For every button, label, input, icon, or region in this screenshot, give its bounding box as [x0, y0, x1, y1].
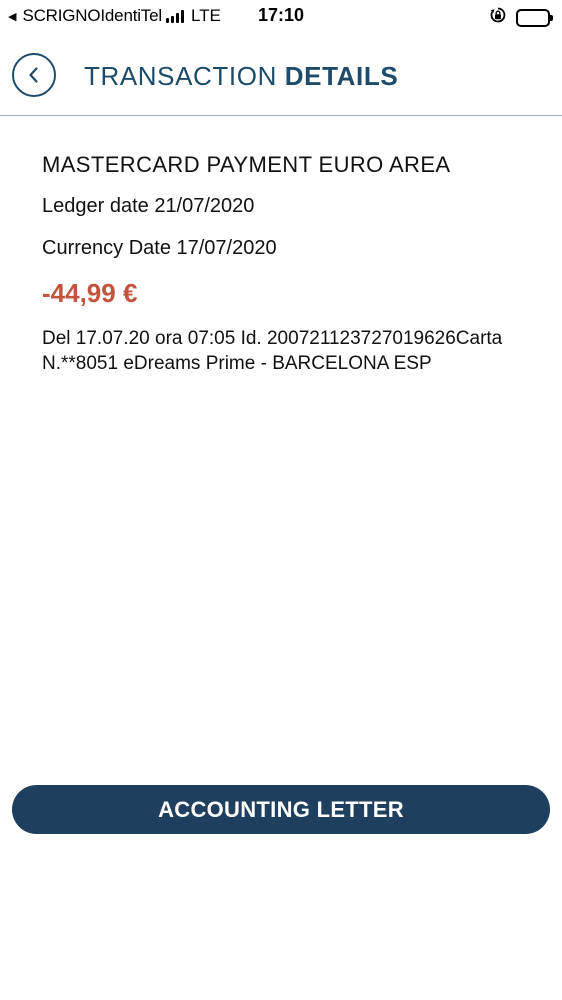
battery-icon [516, 8, 553, 27]
chevron-left-icon [29, 67, 38, 83]
status-right [489, 6, 553, 29]
back-button[interactable] [12, 53, 56, 97]
back-to-app-icon[interactable]: ◀ [8, 10, 16, 23]
transaction-details-screen: ◀ SCRIGNOIdentiTel LTE 17:10 TRANSACTION… [0, 0, 562, 1000]
status-left: ◀ SCRIGNOIdentiTel LTE [8, 6, 221, 26]
currency-date: Currency Date 17/07/2020 [42, 237, 277, 259]
network-type: LTE [190, 6, 221, 25]
signal-strength-icon [165, 9, 184, 23]
ledger-date: Ledger date 21/07/2020 [42, 195, 255, 217]
page-header: TRANSACTION DETAILS [0, 32, 562, 116]
page-title-light: TRANSACTION [84, 61, 285, 91]
accounting-letter-button[interactable]: ACCOUNTING LETTER [12, 785, 550, 834]
orientation-lock-icon [489, 6, 507, 29]
transaction-description: MASTERCARD PAYMENT EURO AREA [42, 152, 451, 177]
transaction-details-text: Del 17.07.20 ora 07:05 Id. 2007211237270… [42, 328, 503, 374]
status-time: 17:10 [258, 5, 305, 25]
status-bar: ◀ SCRIGNOIdentiTel LTE 17:10 [0, 0, 562, 32]
page-title: TRANSACTION DETAILS [84, 61, 398, 92]
transaction-content: MASTERCARD PAYMENT EURO AREA Ledger date… [42, 150, 522, 374]
page-title-bold: DETAILS [284, 61, 399, 91]
transaction-amount: -44,99 € [42, 278, 138, 308]
carrier-name: SCRIGNOIdentiTel [22, 6, 162, 25]
